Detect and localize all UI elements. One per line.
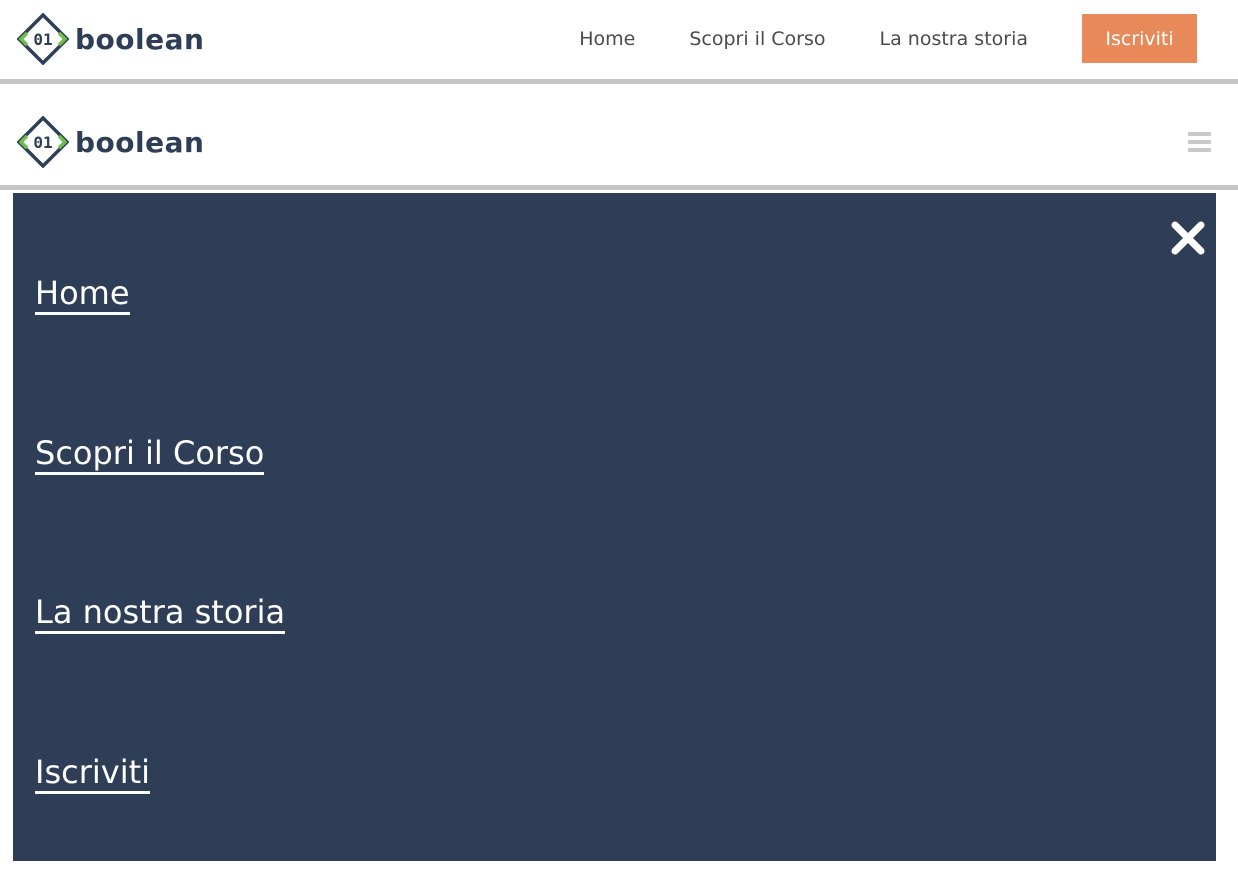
hamburger-icon[interactable] <box>1188 132 1211 156</box>
mobile-link-story[interactable]: La nostra storia <box>35 593 286 634</box>
logo-mark-icon: 01 <box>17 13 69 65</box>
nav-link-course[interactable]: Scopri il Corso <box>689 28 825 50</box>
brand-logo[interactable]: 01 boolean <box>17 13 204 65</box>
desktop-nav: Home Scopri il Corso La nostra storia Is… <box>579 14 1197 63</box>
desktop-header: 01 boolean Home Scopri il Corso La nostr… <box>0 0 1238 84</box>
svg-text:01: 01 <box>33 133 52 152</box>
mobile-menu-item: Home <box>35 274 130 315</box>
mobile-menu-overlay: Home Scopri il Corso La nostra storia Is… <box>13 193 1216 861</box>
nav-link-home[interactable]: Home <box>579 28 635 50</box>
close-icon[interactable] <box>1170 220 1206 256</box>
brand-name: boolean <box>75 22 205 56</box>
brand-name-mobile: boolean <box>75 125 205 159</box>
mobile-menu-item: La nostra storia <box>35 593 286 634</box>
mobile-link-signup[interactable]: Iscriviti <box>35 753 151 794</box>
mobile-header: 01 boolean <box>0 85 1238 190</box>
mobile-menu-item: Scopri il Corso <box>35 434 265 475</box>
signup-button[interactable]: Iscriviti <box>1082 14 1197 63</box>
svg-text:01: 01 <box>33 30 52 49</box>
mobile-menu-item: Iscriviti <box>35 753 151 794</box>
mobile-link-home[interactable]: Home <box>35 274 130 315</box>
logo-mark-icon: 01 <box>17 116 69 168</box>
brand-logo-mobile[interactable]: 01 boolean <box>17 116 204 168</box>
nav-link-story[interactable]: La nostra storia <box>880 28 1028 50</box>
mobile-link-course[interactable]: Scopri il Corso <box>35 434 265 475</box>
